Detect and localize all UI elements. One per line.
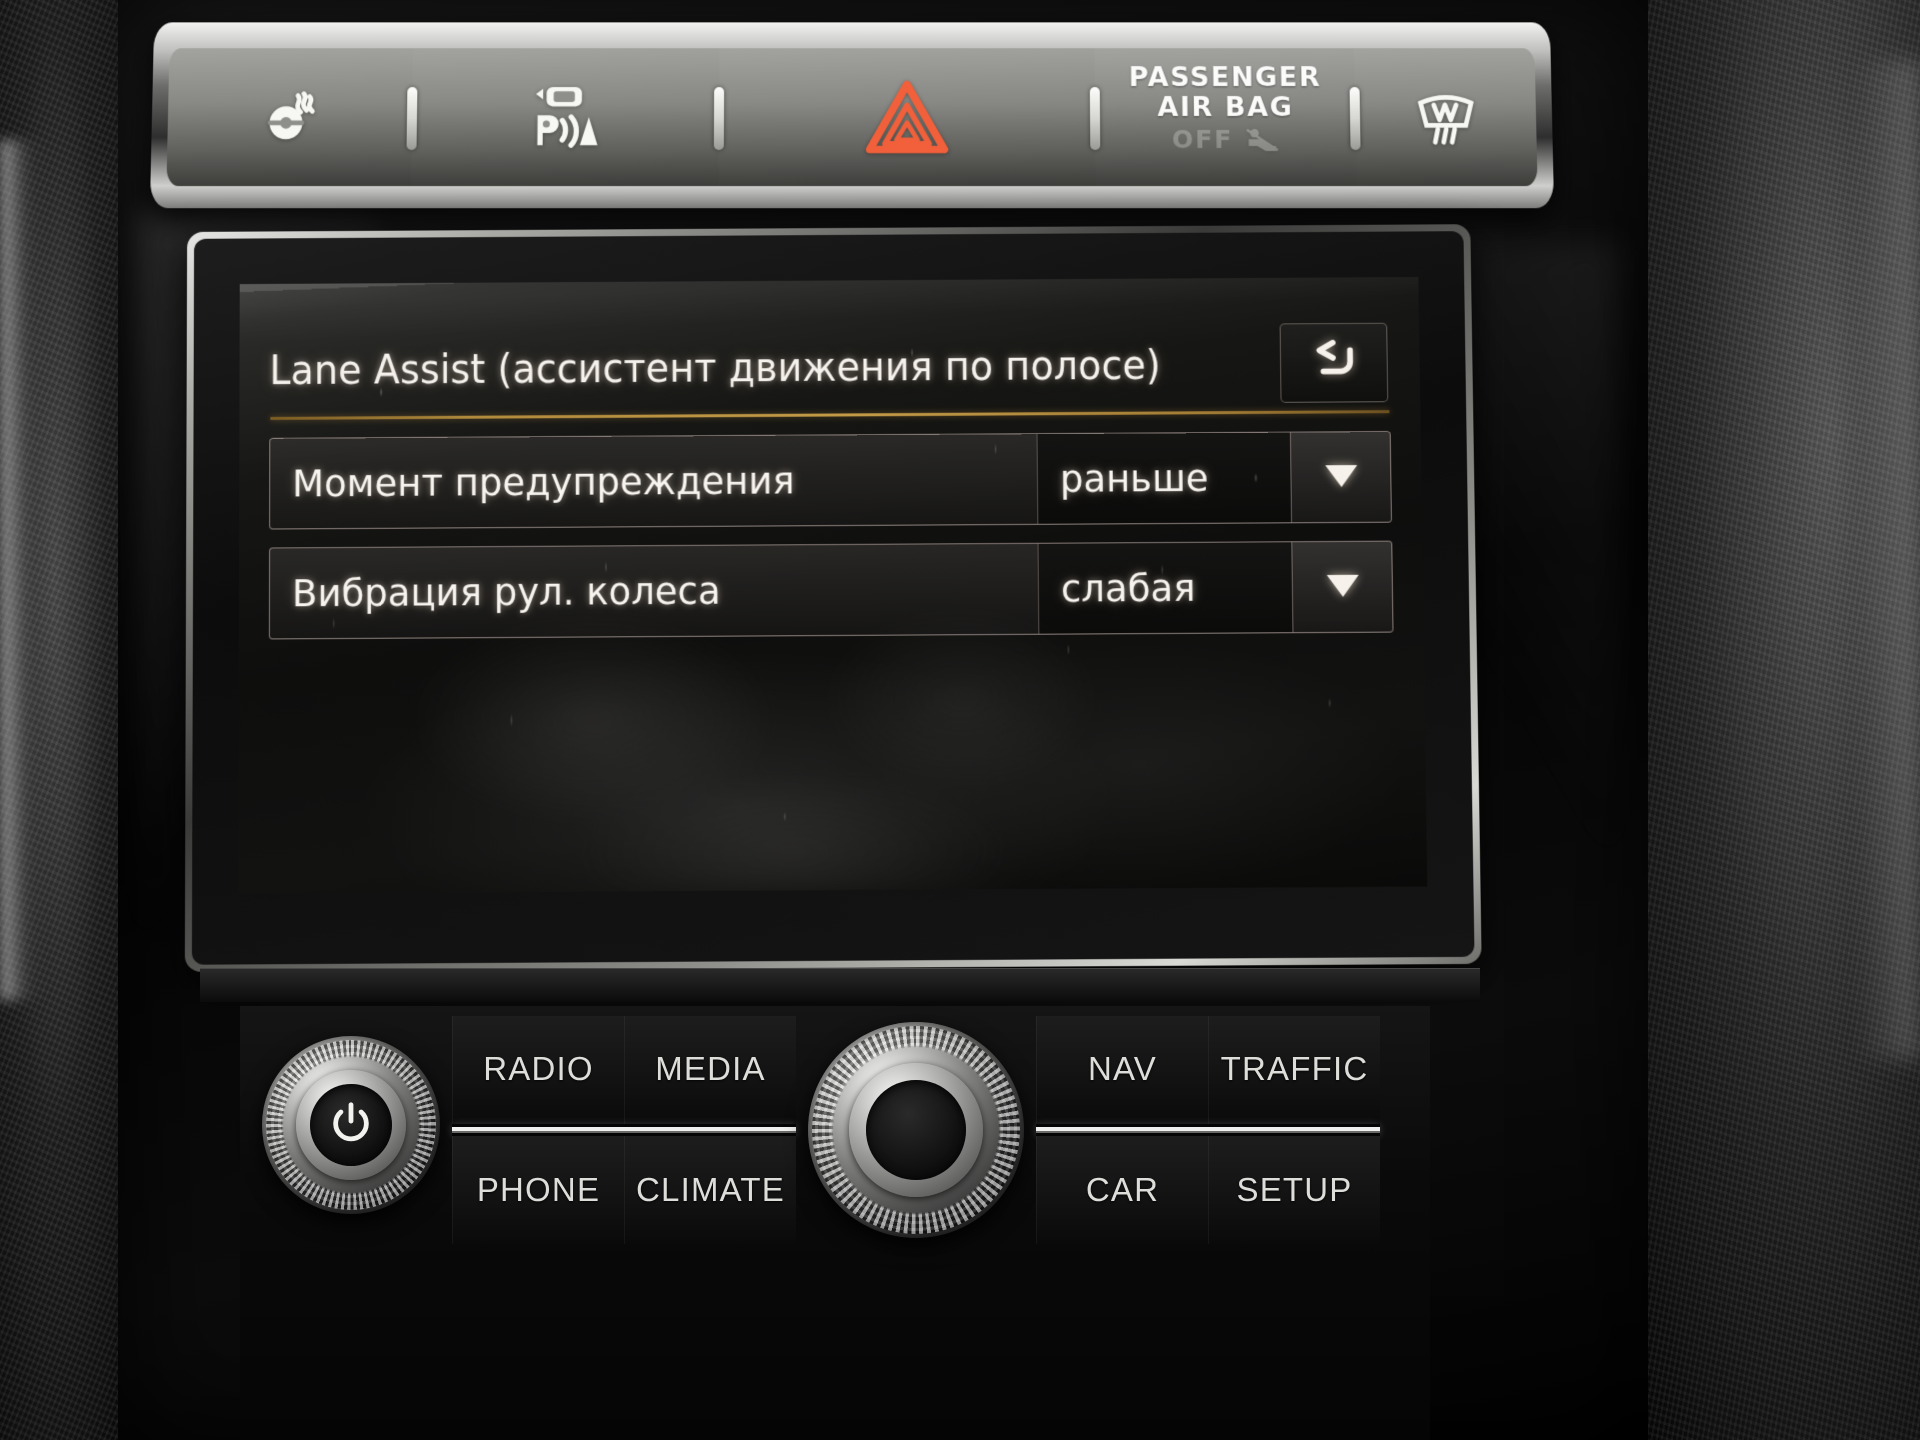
setting-row-warning-timing[interactable]: Момент предупреждения раньше	[269, 431, 1392, 530]
infotainment-display[interactable]: Lane Assist (ассистент движения по полос…	[238, 276, 1428, 894]
setting-label: Вибрация рул. колеса	[291, 569, 721, 615]
knob-center[interactable]	[866, 1080, 966, 1180]
hardware-control-panel: RADIO MEDIA PHONE CLIMATE NAV TRAFFIC CA…	[240, 1006, 1430, 1440]
airbag-label-block: PASSENGER AIR BAG OFF	[1128, 62, 1323, 154]
power-volume-knob[interactable]	[262, 1036, 440, 1214]
radio-button[interactable]: RADIO	[452, 1016, 624, 1124]
hazard-triangle-icon	[864, 78, 950, 156]
airbag-label-line2: AIR BAG	[1157, 91, 1294, 123]
chevron-down-icon	[1321, 460, 1361, 495]
airbag-off-text: OFF	[1171, 124, 1234, 154]
nav-button[interactable]: NAV	[1036, 1016, 1208, 1124]
dashboard-leather-right	[1620, 0, 1920, 1440]
infotainment-screen-housing: Lane Assist (ассистент движения по полос…	[184, 224, 1482, 972]
page-title: Lane Assist (ассистент движения по полос…	[269, 340, 1162, 395]
power-icon	[328, 1100, 374, 1151]
left-function-buttons: RADIO MEDIA PHONE CLIMATE	[452, 1016, 796, 1244]
heated-seat-button[interactable]	[166, 48, 413, 187]
chrome-rail-left	[452, 1124, 796, 1136]
top-button-strip-housing: PASSENGER AIR BAG OFF	[149, 22, 1555, 209]
airbag-label-line1: PASSENGER	[1128, 62, 1322, 94]
traffic-button[interactable]: TRAFFIC	[1208, 1016, 1380, 1124]
back-arrow-icon	[1306, 336, 1363, 389]
setting-label: Момент предупреждения	[292, 459, 795, 505]
media-button[interactable]: MEDIA	[624, 1016, 796, 1124]
leather-highlight-left	[0, 140, 44, 1000]
knob-center[interactable]	[310, 1084, 392, 1166]
setting-value[interactable]: слабая	[1037, 542, 1293, 634]
lane-assist-settings-page: Lane Assist (ассистент движения по полос…	[238, 277, 1427, 894]
right-function-buttons: NAV TRAFFIC CAR SETUP	[1036, 1016, 1380, 1244]
setting-value[interactable]: раньше	[1036, 432, 1292, 524]
tune-select-knob[interactable]	[808, 1022, 1024, 1238]
dropdown-button[interactable]	[1291, 541, 1393, 633]
infotainment-scene: PASSENGER AIR BAG OFF Lane Assist (ассис…	[0, 0, 1920, 1440]
page-title-row: Lane Assist (ассистент движения по полос…	[269, 321, 1390, 413]
passenger-airbag-indicator[interactable]: PASSENGER AIR BAG OFF	[1094, 48, 1357, 187]
car-button[interactable]: CAR	[1036, 1136, 1208, 1244]
airbag-off-icon	[1245, 127, 1279, 153]
hazard-lights-button[interactable]	[718, 48, 1097, 187]
airbag-off-row: OFF	[1171, 124, 1280, 154]
heated-seat-icon	[258, 86, 321, 148]
back-button[interactable]	[1279, 322, 1389, 403]
screen-bezel: Lane Assist (ассистент движения по полос…	[191, 231, 1475, 965]
chevron-down-icon	[1322, 569, 1362, 604]
chrome-rail-right	[1036, 1124, 1380, 1136]
top-button-strip: PASSENGER AIR BAG OFF	[166, 48, 1538, 187]
under-screen-trim	[200, 968, 1480, 1002]
park-assist-icon	[527, 83, 604, 151]
defrost-icon	[1412, 88, 1479, 146]
setting-row-steering-vibration[interactable]: Вибрация рул. колеса слабая	[268, 540, 1394, 640]
leather-highlight-right	[1830, 60, 1920, 1060]
climate-button[interactable]: CLIMATE	[624, 1136, 796, 1244]
park-assist-button[interactable]	[410, 48, 720, 187]
setup-button[interactable]: SETUP	[1208, 1136, 1380, 1244]
dropdown-button[interactable]	[1289, 432, 1391, 523]
phone-button[interactable]: PHONE	[452, 1136, 624, 1244]
windshield-defrost-button[interactable]	[1354, 48, 1538, 187]
dashboard-leather-left	[0, 0, 135, 1440]
